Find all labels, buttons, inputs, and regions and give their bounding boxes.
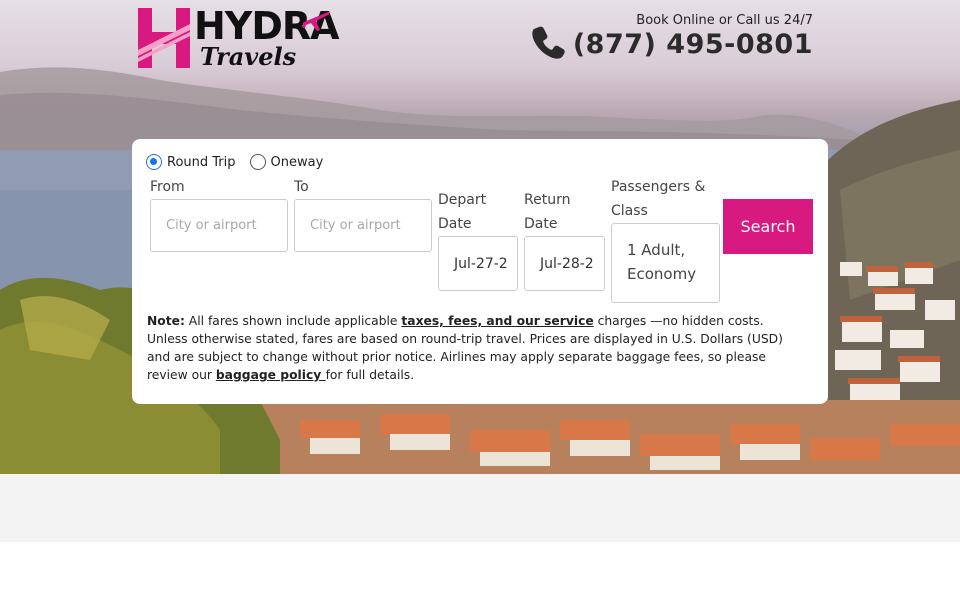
passengers-count: 1 Adult, [627, 241, 686, 259]
note-text-3: for full details. [325, 368, 415, 382]
cabin-class: Economy [627, 265, 697, 283]
from-label: From [150, 179, 185, 195]
depart-date-label-line-1: Depart [438, 192, 487, 208]
return-date-input[interactable]: Jul-28-2 [524, 236, 605, 291]
contact-tagline: Book Online or Call us 24/7 [636, 13, 813, 28]
oneway-label: Oneway [270, 154, 324, 170]
return-date-label: Return Date [524, 188, 570, 236]
return-date-label-line-2: Date [524, 216, 558, 232]
round-trip-label: Round Trip [167, 154, 236, 170]
site-logo[interactable]: HYDRA Travels [138, 6, 340, 72]
content-band [0, 474, 960, 542]
to-label: To [294, 179, 309, 195]
contact-phone-row[interactable]: (877) 495-0801 [531, 26, 813, 60]
note-prefix: Note: [147, 314, 185, 328]
note-text-1: All fares shown include applicable [184, 314, 402, 328]
passengers-class-selector[interactable]: 1 Adult, Economy [611, 223, 720, 303]
flight-search-card: Round Trip Oneway From To Depart Date Ju… [132, 139, 828, 404]
contact-info: Book Online or Call us 24/7 (877) 495-08… [531, 13, 813, 60]
from-input[interactable] [150, 199, 288, 252]
depart-date-input[interactable]: Jul-27-2 [438, 236, 518, 291]
depart-date-label-line-2: Date [438, 216, 472, 232]
trip-type-selector: Round Trip Oneway [146, 154, 337, 170]
passengers-class-label-line-2: Class [611, 203, 648, 219]
baggage-policy-link[interactable]: baggage policy [216, 368, 326, 382]
oneway-radio-button[interactable] [249, 154, 266, 170]
round-trip-radio[interactable]: Round Trip [146, 154, 236, 170]
return-date-label-line-1: Return [524, 192, 571, 208]
round-trip-radio-button[interactable] [146, 154, 162, 170]
taxes-fees-link[interactable]: taxes, fees, and our service [401, 314, 593, 328]
fare-note: Note: All fares shown include applicable… [147, 312, 807, 384]
airplane-icon [303, 11, 330, 31]
phone-number-link[interactable]: (877) 495-0801 [573, 29, 813, 60]
phone-icon [532, 26, 565, 59]
search-button[interactable]: Search [723, 199, 813, 254]
passengers-class-label-line-1: Passengers & [611, 179, 706, 195]
to-input[interactable] [294, 199, 432, 252]
depart-date-label: Depart Date [438, 188, 486, 236]
hydra-logo-mark-icon [138, 8, 190, 68]
oneway-radio[interactable]: Oneway [249, 154, 324, 170]
passengers-class-label: Passengers & Class [611, 175, 705, 223]
logo-wordmark-travels: Travels [200, 42, 297, 71]
